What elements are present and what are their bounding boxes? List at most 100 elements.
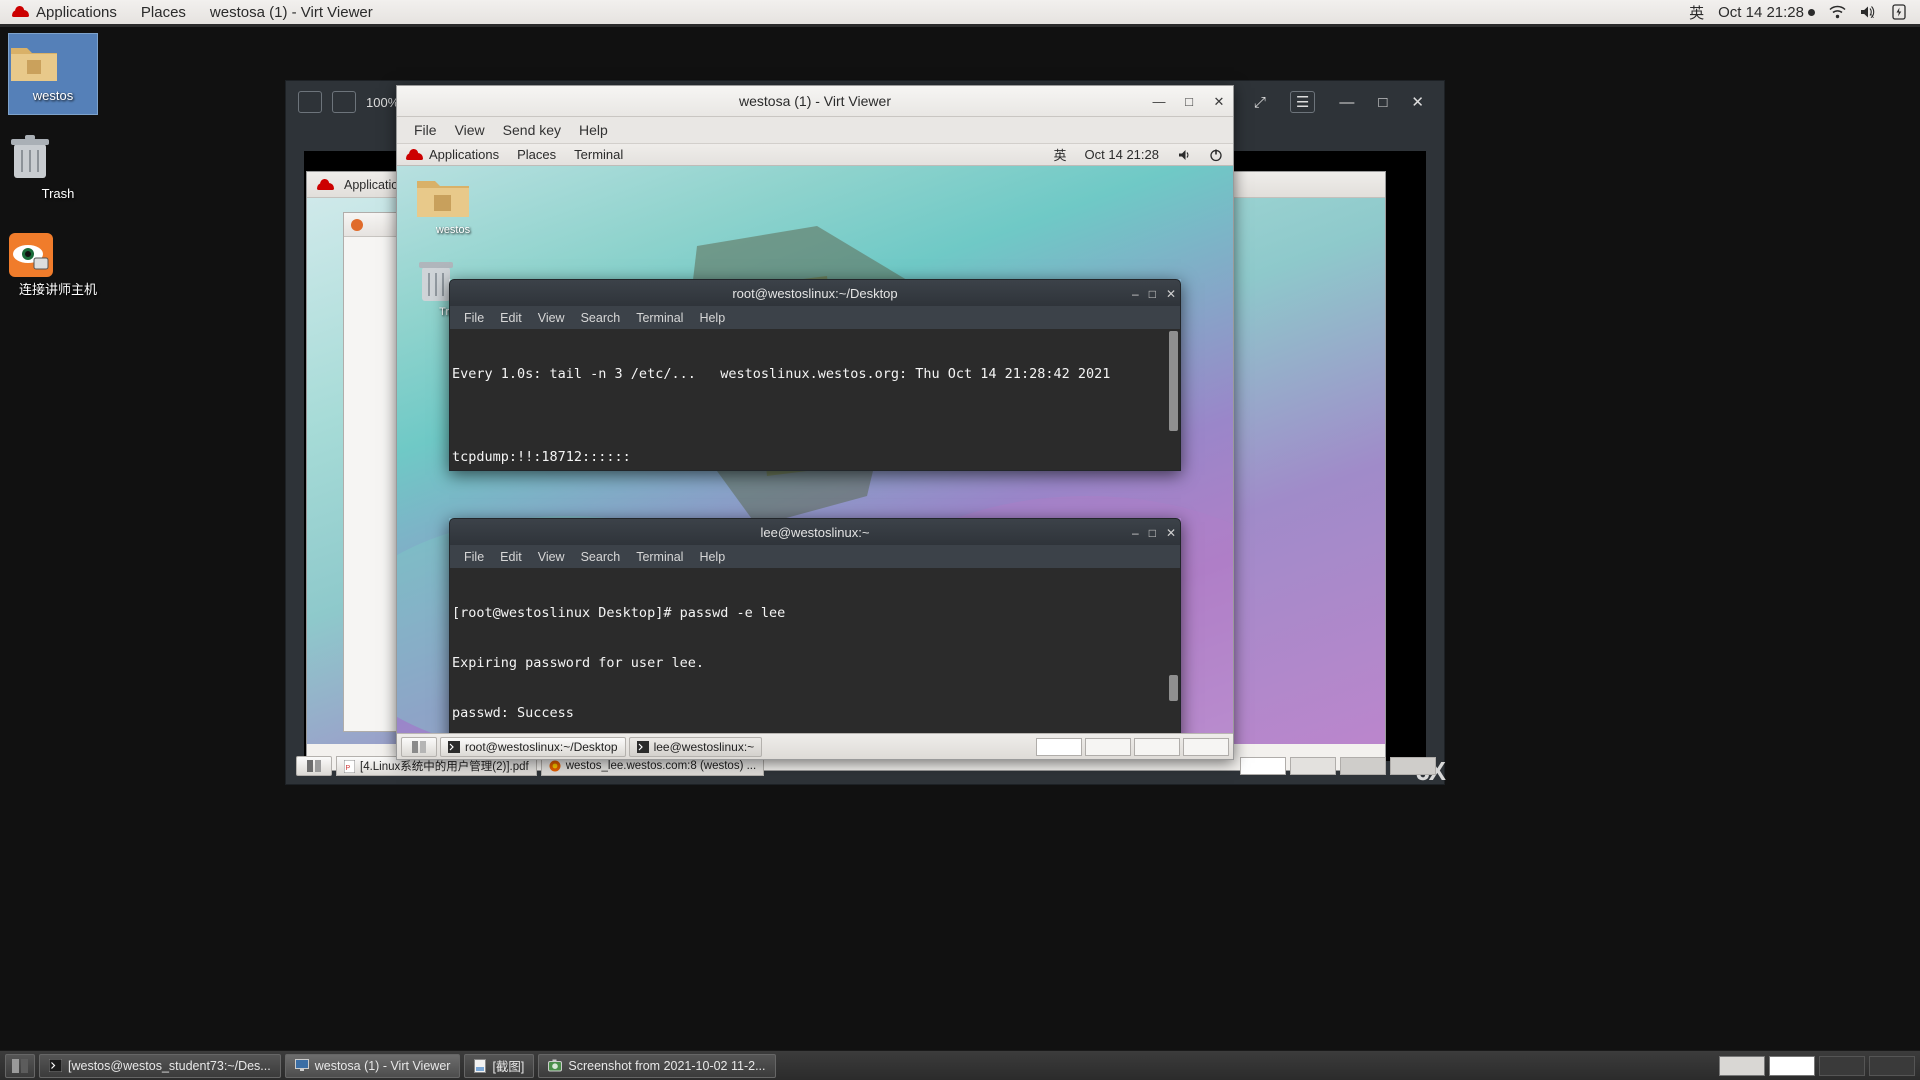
terminal-root-titlebar[interactable]: root@westoslinux:~/Desktop – □ ✕ bbox=[449, 279, 1181, 306]
guest-desktop-icon-westos[interactable]: westos bbox=[415, 176, 491, 236]
workspace-switcher[interactable] bbox=[296, 756, 332, 776]
guest-tray-box-1[interactable] bbox=[1036, 737, 1082, 756]
host-workspace-switcher[interactable] bbox=[5, 1053, 35, 1078]
guest-applications-menu[interactable]: Applications bbox=[397, 144, 508, 165]
host-taskbar-label: [westos@westos_student73:~/Des... bbox=[68, 1058, 271, 1073]
close-button[interactable]: ✕ bbox=[1166, 526, 1176, 540]
guest-taskbar-item-lee-terminal[interactable]: lee@westoslinux:~ bbox=[628, 736, 763, 757]
terminal-lee-scrollbar[interactable] bbox=[1168, 570, 1179, 759]
tray-box-1[interactable] bbox=[1240, 757, 1286, 775]
host-tray-box-3[interactable] bbox=[1819, 1055, 1865, 1076]
host-taskbar-item-virt-viewer[interactable]: westosa (1) - Virt Viewer bbox=[284, 1053, 461, 1078]
screenshot-icon bbox=[548, 1059, 563, 1072]
host-input-method[interactable]: 英 bbox=[1689, 2, 1704, 23]
screenshot-icon[interactable] bbox=[332, 91, 356, 113]
menu-view[interactable]: View bbox=[530, 548, 573, 566]
pdf-icon: P bbox=[344, 759, 355, 773]
host-tray-box-1[interactable] bbox=[1719, 1055, 1765, 1076]
close-button[interactable]: ✕ bbox=[1211, 94, 1227, 110]
host-taskbar-item-screenshot-tool[interactable]: [截图] bbox=[464, 1053, 535, 1078]
menu-edit[interactable]: Edit bbox=[492, 548, 530, 566]
host-applications-menu[interactable]: Applications bbox=[0, 0, 129, 24]
guest-taskbar-label: root@westoslinux:~/Desktop bbox=[465, 739, 618, 754]
guest-taskbar-label: lee@westoslinux:~ bbox=[653, 739, 755, 754]
minimize-button[interactable]: — bbox=[1339, 94, 1354, 111]
virt-viewer-title: westosa (1) - Virt Viewer bbox=[739, 93, 891, 109]
wifi-icon[interactable] bbox=[1829, 5, 1846, 19]
guest-clock[interactable]: Oct 14 21:28 bbox=[1076, 144, 1168, 165]
host-tray-box-4[interactable] bbox=[1869, 1055, 1915, 1076]
minimize-button[interactable]: — bbox=[1151, 94, 1167, 110]
guest-taskbar-item-root-terminal[interactable]: root@westoslinux:~/Desktop bbox=[440, 736, 626, 757]
menu-search[interactable]: Search bbox=[573, 309, 629, 327]
menu-help[interactable]: Help bbox=[691, 309, 733, 327]
terminal-root-output[interactable]: Every 1.0s: tail -n 3 /etc/... westoslin… bbox=[449, 329, 1181, 471]
guest-screen[interactable]: Applications Places Terminal 英 Oct 14 21… bbox=[397, 144, 1233, 759]
guest-tray-box-3[interactable] bbox=[1134, 737, 1180, 756]
guest-input-method[interactable]: 英 bbox=[1045, 144, 1076, 165]
host-places-menu[interactable]: Places bbox=[129, 0, 198, 24]
menu-help[interactable]: Help bbox=[570, 119, 617, 141]
fullscreen-icon[interactable]: ⤢ bbox=[1254, 94, 1266, 111]
minimize-button[interactable]: – bbox=[1132, 287, 1139, 301]
menu-file[interactable]: File bbox=[405, 119, 446, 141]
image-icon bbox=[474, 1058, 487, 1073]
firefox-icon bbox=[549, 760, 561, 772]
menu-file[interactable]: File bbox=[456, 309, 492, 327]
maximize-button[interactable]: □ bbox=[1181, 94, 1197, 110]
guest-volume-icon[interactable] bbox=[1168, 144, 1200, 165]
terminal-icon bbox=[448, 740, 460, 753]
maximize-button[interactable]: □ bbox=[1149, 287, 1156, 301]
menu-file[interactable]: File bbox=[456, 548, 492, 566]
guest-power-icon[interactable] bbox=[1200, 144, 1233, 165]
sidebar-toggle-icon[interactable] bbox=[298, 91, 322, 113]
folder-icon bbox=[417, 181, 469, 217]
menu-view[interactable]: View bbox=[530, 309, 573, 327]
menu-terminal[interactable]: Terminal bbox=[628, 309, 691, 327]
terminal-lee-titlebar[interactable]: lee@westoslinux:~ – □ ✕ bbox=[449, 518, 1181, 545]
desktop-icon-westos[interactable]: westos bbox=[8, 33, 98, 115]
menu-icon[interactable]: ☰ bbox=[1289, 91, 1316, 113]
menu-help[interactable]: Help bbox=[691, 548, 733, 566]
host-taskbar-item-screenshot-file[interactable]: Screenshot from 2021-10-02 11-2... bbox=[538, 1053, 776, 1078]
tray-box-2[interactable] bbox=[1290, 757, 1336, 775]
terminal-lee-menubar: File Edit View Search Terminal Help bbox=[449, 545, 1181, 568]
desktop-icon-remote-host[interactable]: 连接讲师主机 bbox=[8, 232, 108, 297]
menu-search[interactable]: Search bbox=[573, 548, 629, 566]
guest-tray-box-2[interactable] bbox=[1085, 737, 1131, 756]
svg-text:P: P bbox=[346, 765, 351, 772]
battery-icon[interactable] bbox=[1892, 4, 1906, 20]
host-tray-box-2[interactable] bbox=[1769, 1055, 1815, 1076]
maximize-button[interactable]: □ bbox=[1149, 526, 1156, 540]
terminal-window-lee[interactable]: lee@westoslinux:~ – □ ✕ File Edit View S… bbox=[449, 518, 1181, 759]
guest-terminal-menu[interactable]: Terminal bbox=[565, 144, 632, 165]
taskbar-pdf-label: [4.Linux系统中的用户管理(2)].pdf bbox=[360, 761, 529, 773]
close-button[interactable]: ✕ bbox=[1411, 93, 1424, 111]
guest-applications-label: Applications bbox=[429, 147, 500, 162]
terminal-window-root[interactable]: root@westoslinux:~/Desktop – □ ✕ File Ed… bbox=[449, 279, 1181, 471]
maximize-button[interactable]: □ bbox=[1378, 94, 1387, 111]
host-taskbar-item-terminal[interactable]: [westos@westos_student73:~/Des... bbox=[39, 1053, 281, 1078]
redhat-logo-icon bbox=[406, 149, 423, 161]
desktop-icon-trash[interactable]: Trash bbox=[8, 132, 108, 201]
terminal-lee-output[interactable]: [root@westoslinux Desktop]# passwd -e le… bbox=[449, 568, 1181, 759]
menu-terminal[interactable]: Terminal bbox=[628, 548, 691, 566]
volume-muted-icon[interactable]: x bbox=[1860, 5, 1878, 19]
tray-box-3[interactable] bbox=[1340, 757, 1386, 775]
guest-workspace-switcher[interactable] bbox=[401, 736, 437, 757]
host-active-window-title[interactable]: westosa (1) - Virt Viewer bbox=[198, 0, 385, 24]
guest-top-panel: Applications Places Terminal 英 Oct 14 21… bbox=[397, 144, 1233, 166]
tray-box-4[interactable] bbox=[1390, 757, 1436, 775]
guest-tray-box-4[interactable] bbox=[1183, 737, 1229, 756]
menu-edit[interactable]: Edit bbox=[492, 309, 530, 327]
close-button[interactable]: ✕ bbox=[1166, 287, 1176, 301]
menu-send-key[interactable]: Send key bbox=[494, 119, 570, 141]
virt-viewer-window[interactable]: westosa (1) - Virt Viewer — □ ✕ File Vie… bbox=[396, 85, 1234, 760]
guest-places-menu[interactable]: Places bbox=[508, 144, 565, 165]
virt-viewer-titlebar[interactable]: westosa (1) - Virt Viewer — □ ✕ bbox=[397, 86, 1233, 117]
terminal-root-menubar: File Edit View Search Terminal Help bbox=[449, 306, 1181, 329]
host-clock[interactable]: Oct 14 21:28 bbox=[1718, 4, 1815, 21]
minimize-button[interactable]: – bbox=[1132, 526, 1139, 540]
terminal-root-scrollbar[interactable] bbox=[1168, 331, 1179, 468]
menu-view[interactable]: View bbox=[446, 119, 494, 141]
